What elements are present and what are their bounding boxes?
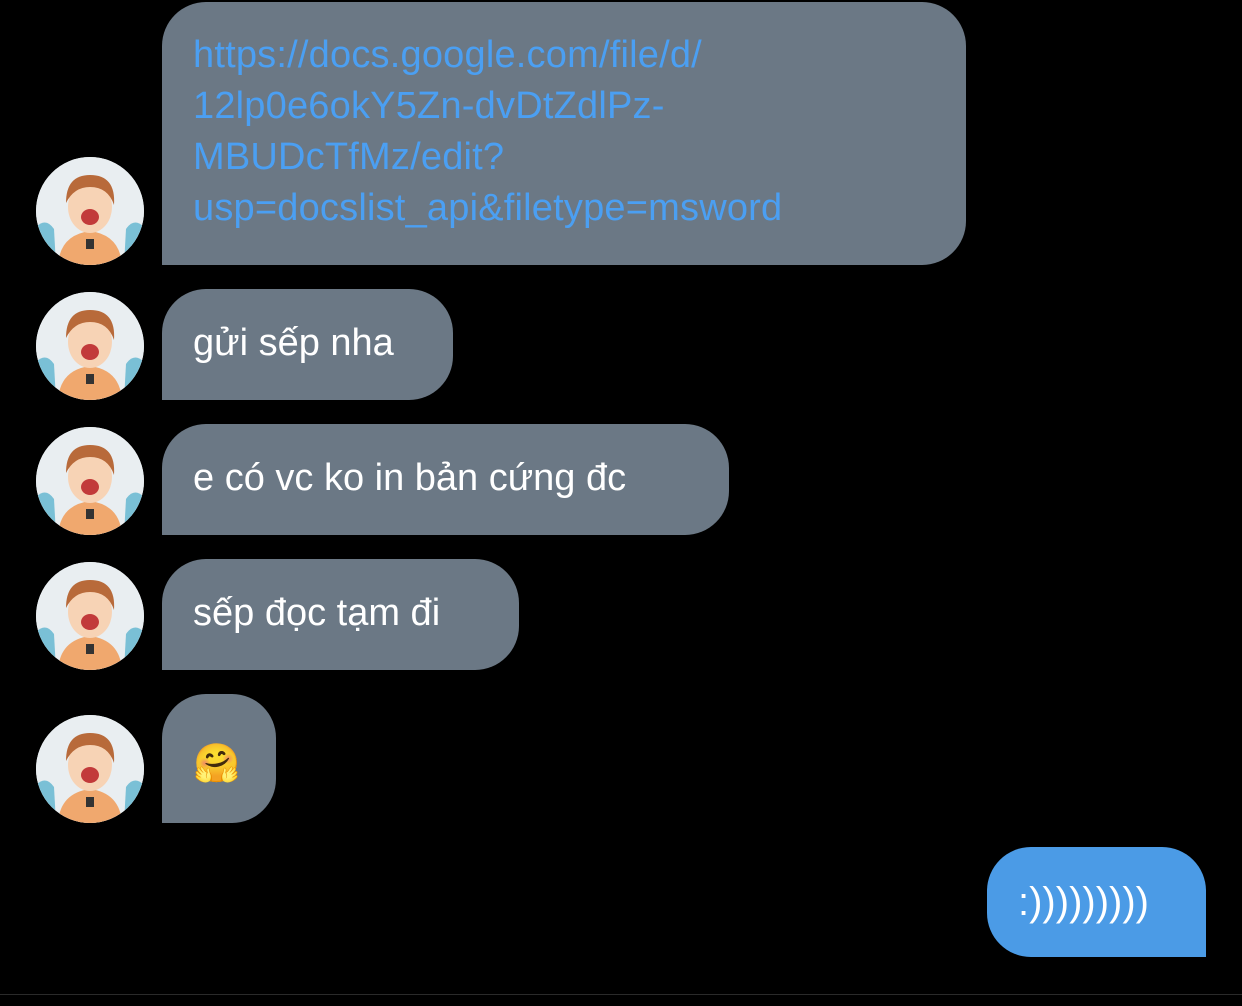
incoming-message-bubble[interactable]: sếp đọc tạm đi (162, 559, 519, 670)
hugging-face-emoji: 🤗 (193, 743, 241, 785)
avatar-photo-icon (36, 157, 144, 265)
incoming-message-bubble[interactable]: 🤗 (162, 694, 276, 823)
contact-avatar[interactable] (36, 562, 144, 670)
incoming-message-bubble[interactable]: https://docs.google.com/file/d/ 12lp0e6o… (162, 2, 966, 265)
contact-avatar[interactable] (36, 427, 144, 535)
avatar-photo-icon (36, 562, 144, 670)
message-text: sếp đọc tạm đi (193, 592, 441, 634)
message-text: e có vc ko in bản cứng đc (193, 457, 627, 499)
message-text: :))))))))) (1018, 880, 1149, 924)
composer-divider (0, 994, 1242, 995)
avatar-photo-icon (36, 715, 144, 823)
outgoing-message-bubble[interactable]: :))))))))) (987, 847, 1206, 957)
contact-avatar[interactable] (36, 292, 144, 400)
incoming-message-bubble[interactable]: gửi sếp nha (162, 289, 453, 400)
avatar-photo-icon (36, 427, 144, 535)
incoming-message-bubble[interactable]: e có vc ko in bản cứng đc (162, 424, 729, 535)
chat-thread: https://docs.google.com/file/d/ 12lp0e6o… (0, 0, 1242, 1006)
shared-doc-link[interactable]: https://docs.google.com/file/d/ 12lp0e6o… (193, 30, 936, 234)
message-text: gửi sếp nha (193, 322, 394, 364)
contact-avatar[interactable] (36, 715, 144, 823)
contact-avatar[interactable] (36, 157, 144, 265)
avatar-photo-icon (36, 292, 144, 400)
